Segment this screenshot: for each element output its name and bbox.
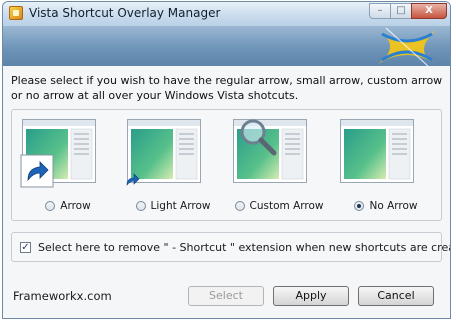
radio-arrow-label: Arrow [60, 200, 91, 212]
radio-custom-arrow-row[interactable]: Custom Arrow [227, 200, 331, 212]
frameworkx-link[interactable]: Frameworkx.com [13, 289, 112, 303]
radio-light-arrow[interactable] [135, 201, 146, 211]
maximize-button[interactable]: □ [390, 3, 412, 19]
radio-arrow-row[interactable]: Arrow [16, 200, 120, 212]
small-arrow-icon [126, 173, 140, 186]
magnifier-icon [240, 119, 277, 156]
app-icon [9, 6, 23, 20]
apply-button[interactable]: Apply [273, 286, 349, 306]
remove-extension-group: ✓ Select here to remove " - Shortcut " e… [11, 232, 450, 262]
option-no-arrow[interactable]: No Arrow [334, 114, 438, 218]
window-preview-icon [340, 119, 414, 183]
minimize-button[interactable]: – [369, 3, 391, 19]
remove-extension-label[interactable]: Select here to remove " - Shortcut " ext… [38, 241, 450, 254]
overlay-options-group: Arrow Light Arrow Custom Arrow No Arrow [11, 109, 442, 221]
app-window: Vista Shortcut Overlay Manager – □ X Ple… [2, 1, 451, 319]
frameworkx-logo-icon [378, 27, 436, 67]
option-arrow[interactable]: Arrow [16, 114, 120, 218]
select-button[interactable]: Select [188, 286, 264, 306]
remove-extension-checkbox[interactable]: ✓ [20, 242, 31, 253]
radio-light-arrow-label: Light Arrow [150, 200, 211, 212]
cancel-button[interactable]: Cancel [358, 286, 434, 306]
option-custom-arrow[interactable]: Custom Arrow [227, 114, 331, 218]
window-title: Vista Shortcut Overlay Manager [29, 6, 221, 20]
radio-no-arrow-label: No Arrow [369, 200, 418, 212]
radio-arrow[interactable] [45, 201, 56, 211]
radio-no-arrow[interactable] [354, 201, 365, 211]
option-light-arrow[interactable]: Light Arrow [121, 114, 225, 218]
instruction-text: Please select if you wish to have the re… [11, 74, 443, 102]
radio-no-arrow-row[interactable]: No Arrow [334, 200, 438, 212]
close-button[interactable]: X [411, 3, 447, 19]
radio-custom-arrow-label: Custom Arrow [249, 200, 324, 212]
large-arrow-icon [20, 154, 54, 188]
radio-light-arrow-row[interactable]: Light Arrow [121, 200, 225, 212]
header-banner [3, 26, 450, 67]
radio-custom-arrow[interactable] [234, 201, 245, 211]
